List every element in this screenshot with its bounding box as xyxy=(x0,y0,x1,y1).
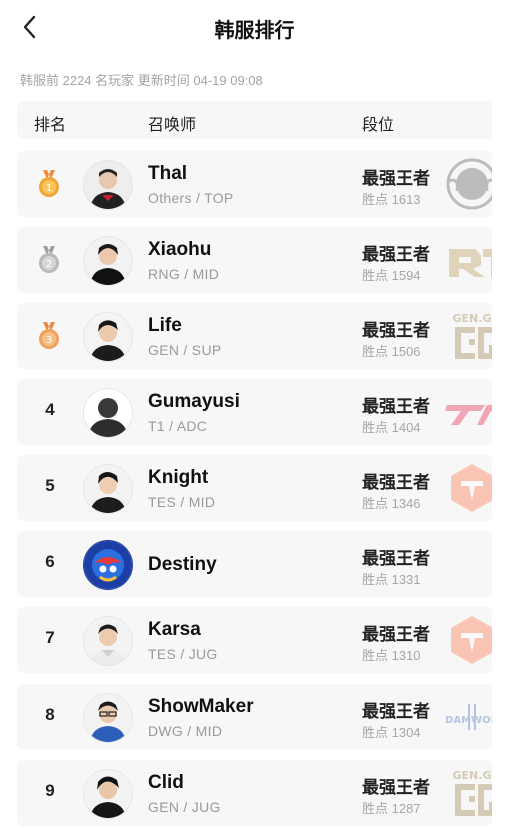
player-team: DWG / MID xyxy=(148,723,223,739)
avatar xyxy=(83,769,133,819)
player-row-9[interactable]: 9 Clid GEN / JUG 最强王者 胜点 1287 GEN.G xyxy=(17,760,492,826)
points: 胜点 1613 xyxy=(362,192,421,207)
gold-medal-icon: 1 xyxy=(39,170,59,197)
player-team: T1 / ADC xyxy=(148,418,208,434)
tier-label: 最强王者 xyxy=(362,473,430,492)
tes-logo-icon xyxy=(451,616,492,664)
tier-label: 最强王者 xyxy=(362,549,430,568)
player-team: GEN / JUG xyxy=(148,799,221,815)
player-team: GEN / SUP xyxy=(148,342,222,358)
rank-number: 8 xyxy=(45,705,55,724)
tes-logo-icon xyxy=(451,464,492,512)
player-name: Clid xyxy=(148,772,184,793)
geng-logo-icon: GEN.G xyxy=(453,312,492,359)
svg-text:GEN.G: GEN.G xyxy=(453,769,492,782)
avatar xyxy=(83,616,133,666)
points: 胜点 1594 xyxy=(362,268,421,283)
avatar xyxy=(83,693,133,743)
avatar xyxy=(83,464,133,514)
points: 胜点 1310 xyxy=(362,648,421,663)
rank-number: 7 xyxy=(45,628,55,647)
avatar xyxy=(83,312,133,362)
player-row-2[interactable]: 2 Xiaohu RNG / MID 最强王者 胜点 1594 xyxy=(17,227,492,293)
rank-number: 5 xyxy=(45,476,55,495)
points: 胜点 1404 xyxy=(362,420,421,435)
points: 胜点 1287 xyxy=(362,801,421,816)
player-row-4[interactable]: 4 Gumayusi T1 / ADC 最强王者 胜点 1404 xyxy=(17,379,492,445)
svg-text:GEN.G: GEN.G xyxy=(453,312,492,325)
player-name: Destiny xyxy=(148,554,217,575)
update-info: 韩服前 2224 名玩家 更新时间 04-19 09:08 xyxy=(20,73,263,88)
rank-number: 6 xyxy=(45,552,55,571)
player-row-7[interactable]: 7 Karsa TES / JUG 最强王者 胜点 1310 xyxy=(17,607,492,673)
tier-label: 最强王者 xyxy=(362,625,430,644)
player-name: Life xyxy=(148,315,182,336)
column-summoner: 召唤师 xyxy=(148,117,197,134)
tier-label: 最强王者 xyxy=(362,778,430,797)
tier-label: 最强王者 xyxy=(362,245,430,264)
points: 胜点 1506 xyxy=(362,344,421,359)
column-tier: 段位 xyxy=(362,117,395,134)
player-name: Karsa xyxy=(148,619,201,640)
player-row-6[interactable]: 6 Destiny 最强王者 胜点 1331 xyxy=(17,531,492,597)
player-row-8[interactable]: 8 ShowMaker DWG / MID 最强王者 胜点 1304 DAMWO… xyxy=(17,684,492,750)
column-rank: 排名 xyxy=(34,117,67,134)
dwg-logo-icon: DAMWON xyxy=(445,704,492,730)
player-team: TES / JUG xyxy=(148,646,218,662)
avatar xyxy=(83,160,133,210)
page-title: 韩服排行 xyxy=(214,20,295,42)
tier-label: 最强王者 xyxy=(362,397,430,416)
club-emblem-icon xyxy=(446,158,492,210)
points: 胜点 1331 xyxy=(362,572,421,587)
rng-logo-icon xyxy=(449,249,492,277)
avatar xyxy=(83,388,133,438)
rank-number: 9 xyxy=(45,781,55,800)
points: 胜点 1346 xyxy=(362,496,421,511)
column-header: 排名 召唤师 段位 xyxy=(17,101,492,139)
tier-label: 最强王者 xyxy=(362,702,430,721)
svg-text:3: 3 xyxy=(46,335,52,346)
player-name: Xiaohu xyxy=(148,239,212,260)
t1-logo-icon xyxy=(445,405,492,425)
avatar xyxy=(83,236,133,286)
tier-label: 最强王者 xyxy=(362,169,430,188)
player-row-1[interactable]: 1 Thal Others / TOP 最强王者 胜点 1613 xyxy=(17,151,492,217)
header: 韩服排行 xyxy=(0,0,509,56)
rank-number: 4 xyxy=(45,400,55,419)
points: 胜点 1304 xyxy=(362,725,421,740)
player-row-3[interactable]: 3 Life GEN / SUP 最强王者 胜点 1506 GEN.G xyxy=(17,303,492,369)
silver-medal-icon: 2 xyxy=(39,246,59,273)
player-name: Thal xyxy=(148,163,188,184)
player-team: TES / MID xyxy=(148,494,216,510)
player-team: Others / TOP xyxy=(148,190,234,206)
player-name: Knight xyxy=(148,467,209,488)
geng-logo-icon: GEN.G xyxy=(453,769,492,816)
tier-label: 最强王者 xyxy=(362,321,430,340)
bronze-medal-icon: 3 xyxy=(39,322,59,349)
player-name: Gumayusi xyxy=(148,391,240,412)
avatar xyxy=(83,540,133,590)
player-team: RNG / MID xyxy=(148,266,220,282)
svg-text:2: 2 xyxy=(46,259,52,270)
player-name: ShowMaker xyxy=(148,696,254,717)
player-row-5[interactable]: 5 Knight TES / MID 最强王者 胜点 1346 xyxy=(17,455,492,521)
svg-text:1: 1 xyxy=(46,183,52,194)
